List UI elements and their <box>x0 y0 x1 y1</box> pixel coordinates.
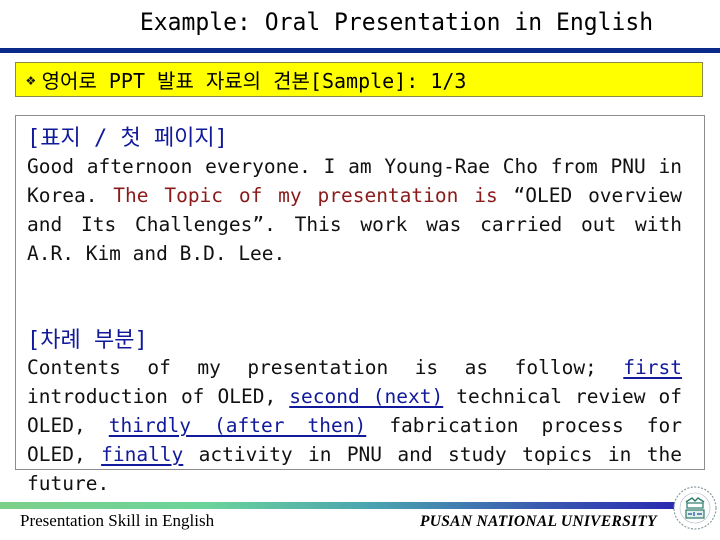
underlined-transition-word: first <box>623 356 682 379</box>
text-run: “OLED overview <box>497 184 682 207</box>
slide-title: Example: Oral Presentation in English <box>139 8 654 36</box>
text-run: Contents of my presentation is as follow… <box>27 356 624 379</box>
footer-course-title: Presentation Skill in English <box>20 511 215 530</box>
underlined-transition-word: finally <box>101 443 184 466</box>
subtitle-text: 영어로 PPT 발표 자료의 견본[Sample]: 1/3 <box>41 69 467 93</box>
paragraph-line: and Its Challenges”. This work was carri… <box>27 210 682 239</box>
text-run: future. <box>27 472 110 495</box>
paragraph-line: OLED, finally activity in PNU and study … <box>27 440 682 469</box>
subtitle-banner: ❖ 영어로 PPT 발표 자료의 견본[Sample]: 1/3 <box>15 62 703 97</box>
paragraph-line: OLED, thirdly (after then) fabrication p… <box>27 411 682 440</box>
diamond-bullet-icon: ❖ <box>26 70 36 89</box>
text-run: introduction of OLED, <box>27 385 290 408</box>
text-run: technical review of <box>443 385 682 408</box>
text-run: activity in PNU and study topics in the <box>183 443 682 466</box>
highlighted-phrase: The Topic of my presentation is <box>113 184 498 207</box>
paragraph-contents: Contents of my presentation is as follow… <box>27 353 682 498</box>
section-heading-cover: [표지 / 첫 페이지] <box>27 126 228 151</box>
paragraph-line: Contents of my presentation is as follow… <box>27 353 682 382</box>
text-run: Korea. <box>27 184 114 207</box>
footer-gradient-bar <box>0 502 675 509</box>
title-rule <box>0 48 720 53</box>
paragraph-line: future. <box>27 469 682 498</box>
paragraph-line: A.R. Kim and B.D. Lee. <box>27 239 682 268</box>
footer-university-name: PUSAN NATIONAL UNIVERSITY <box>420 513 657 530</box>
university-seal-icon <box>673 486 717 530</box>
paragraph-line: Korea. The Topic of my presentation is “… <box>27 181 682 210</box>
text-run: OLED, <box>27 443 102 466</box>
paragraph-cover: Good afternoon everyone. I am Young-Rae … <box>27 152 682 268</box>
text-run: Good afternoon everyone. I am Young-Rae … <box>27 155 682 178</box>
paragraph-line: introduction of OLED, second (next) tech… <box>27 382 682 411</box>
section-heading-contents: [차례 부분] <box>27 328 148 353</box>
text-run: fabrication process for <box>366 414 682 437</box>
text-run: OLED, <box>27 414 109 437</box>
text-run: and Its Challenges”. This work was carri… <box>27 213 682 236</box>
text-run: A.R. Kim and B.D. Lee. <box>27 242 286 265</box>
underlined-transition-word: thirdly (after then) <box>108 414 367 437</box>
underlined-transition-word: second (next) <box>289 385 444 408</box>
paragraph-line: Good afternoon everyone. I am Young-Rae … <box>27 152 682 181</box>
